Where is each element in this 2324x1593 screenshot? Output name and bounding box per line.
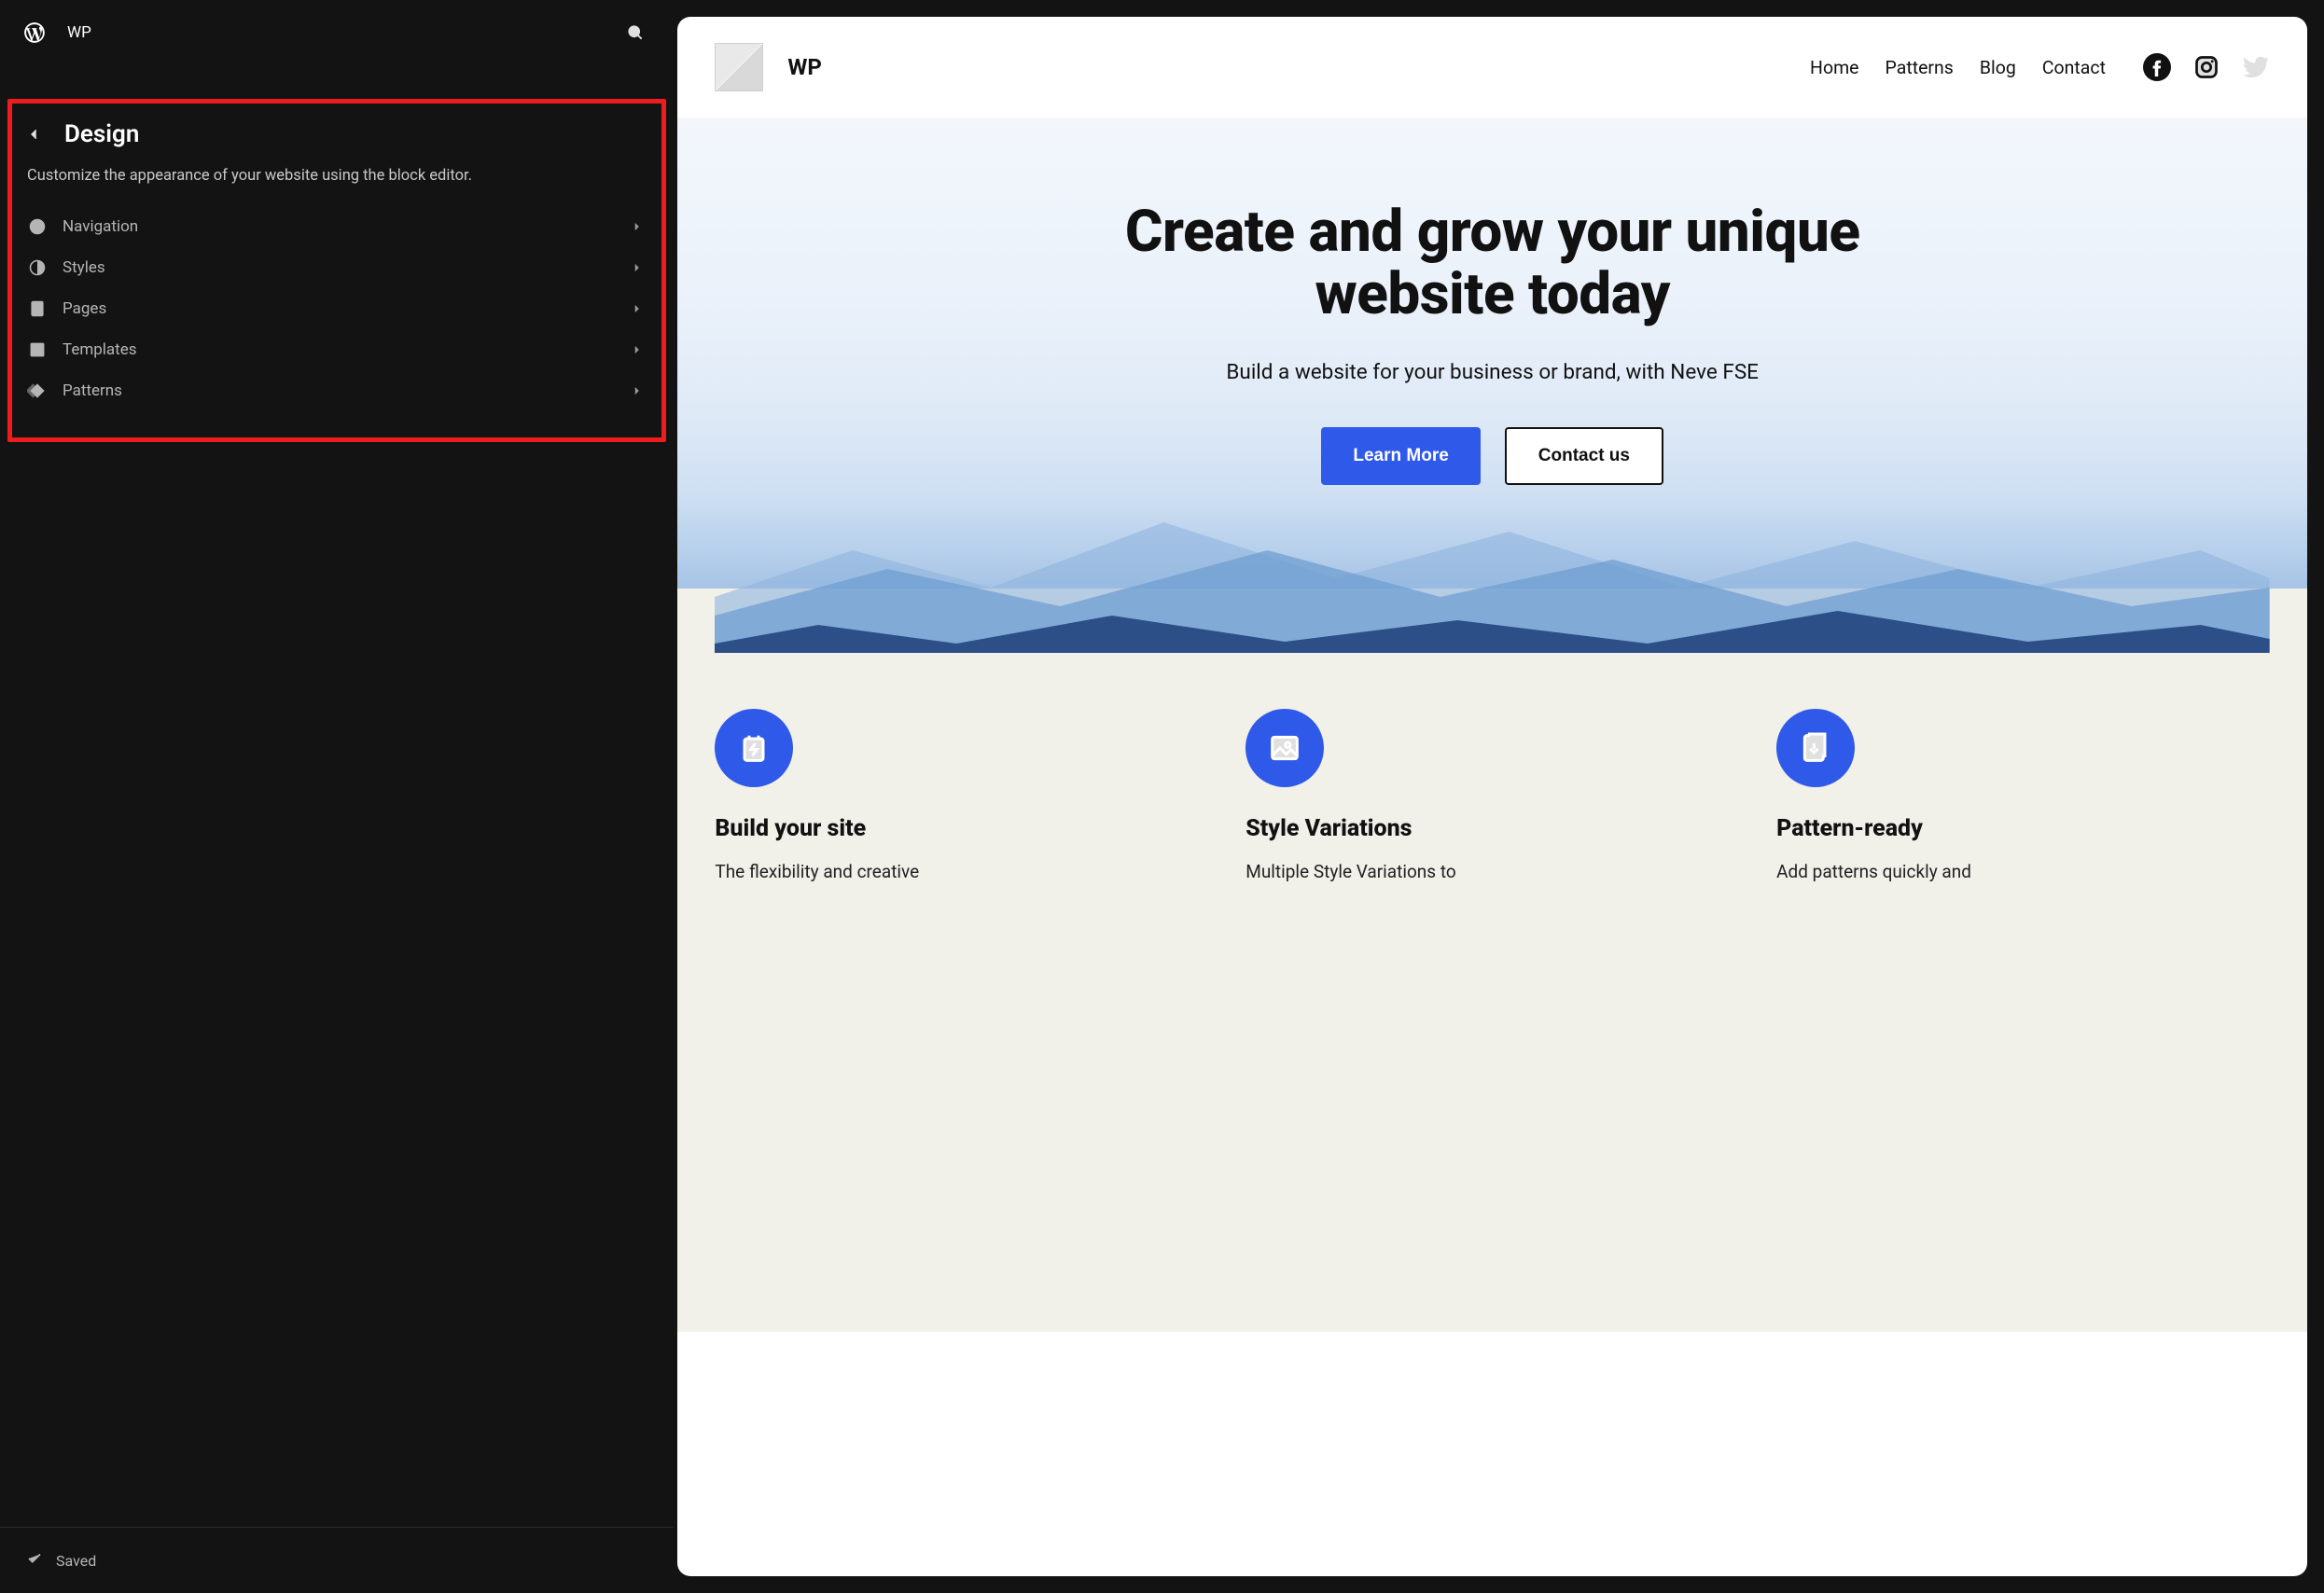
feature-text: Add patterns quickly and [1776, 859, 2270, 885]
wordpress-logo-icon[interactable] [22, 21, 47, 45]
panel-description: Customize the appearance of your website… [21, 165, 652, 206]
hero-heading: Create and grow your unique website toda… [1110, 201, 1875, 326]
hero-mountains-graphic [715, 513, 2270, 653]
feature-text: The flexibility and creative [715, 859, 1208, 885]
back-icon[interactable] [25, 125, 44, 144]
feature-title: Build your site [715, 815, 1208, 842]
panel-header: Design [21, 117, 652, 165]
nav-link-contact[interactable]: Contact [2042, 57, 2106, 78]
chevron-right-icon [632, 258, 647, 276]
panel-title: Design [64, 120, 139, 148]
social-links [2143, 53, 2270, 81]
learn-more-button[interactable]: Learn More [1321, 427, 1480, 485]
design-menu: Navigation Styles Pages [21, 206, 652, 411]
instagram-icon[interactable] [2193, 54, 2220, 80]
compass-icon [27, 216, 48, 237]
brand-logo-placeholder[interactable] [715, 43, 763, 91]
search-icon[interactable] [619, 17, 651, 48]
facebook-icon[interactable] [2143, 53, 2171, 81]
layout-icon [27, 339, 48, 360]
menu-item-label: Navigation [63, 217, 632, 236]
chevron-right-icon [632, 340, 647, 358]
menu-item-navigation[interactable]: Navigation [21, 206, 652, 247]
hero-section: Create and grow your unique website toda… [677, 118, 2307, 653]
hero-actions: Learn More Contact us [715, 427, 2270, 485]
battery-icon [715, 709, 793, 787]
menu-item-patterns[interactable]: Patterns [21, 370, 652, 411]
chevron-right-icon [632, 217, 647, 235]
site-name[interactable]: WP [67, 23, 91, 42]
page-icon [27, 298, 48, 319]
menu-item-label: Templates [63, 340, 632, 359]
chevron-right-icon [632, 381, 647, 399]
hero-subheading: Build a website for your business or bra… [715, 360, 2270, 384]
preview-area: WP Home Patterns Blog Contact [674, 0, 2324, 1593]
site-preview-frame[interactable]: WP Home Patterns Blog Contact [677, 17, 2307, 1576]
download-icon [1776, 709, 1855, 787]
sidebar-footer: Saved [0, 1527, 674, 1593]
feature-title: Style Variations [1245, 815, 1739, 842]
feature-patterns: Pattern-ready Add patterns quickly and [1776, 709, 2270, 885]
nav-link-home[interactable]: Home [1810, 57, 1858, 78]
diamond-icon [27, 381, 48, 401]
chevron-right-icon [632, 299, 647, 317]
sidebar-brand: WP [22, 21, 91, 45]
check-icon [26, 1550, 43, 1571]
contrast-icon [27, 257, 48, 278]
site-header: WP Home Patterns Blog Contact [677, 17, 2307, 118]
menu-item-label: Patterns [63, 381, 632, 400]
menu-item-label: Styles [63, 258, 632, 277]
editor-sidebar: WP Design Customize the appearance of yo… [0, 0, 674, 1593]
features-section: Build your site The flexibility and crea… [677, 653, 2307, 960]
menu-item-templates[interactable]: Templates [21, 329, 652, 370]
menu-item-label: Pages [63, 299, 632, 318]
menu-item-styles[interactable]: Styles [21, 247, 652, 288]
feature-build: Build your site The flexibility and crea… [715, 709, 1208, 885]
feature-title: Pattern-ready [1776, 815, 2270, 842]
preview-scroll[interactable]: WP Home Patterns Blog Contact [677, 17, 2307, 1576]
feature-text: Multiple Style Variations to [1245, 859, 1739, 885]
image-icon [1245, 709, 1324, 787]
twitter-icon[interactable] [2242, 53, 2270, 81]
nav-link-blog[interactable]: Blog [1980, 57, 2016, 78]
menu-item-pages[interactable]: Pages [21, 288, 652, 329]
sidebar-topbar: WP [0, 0, 674, 65]
site-nav: Home Patterns Blog Contact [1810, 53, 2270, 81]
feature-styles: Style Variations Multiple Style Variatio… [1245, 709, 1739, 885]
brand-name[interactable]: WP [787, 54, 821, 80]
nav-link-patterns[interactable]: Patterns [1886, 57, 1954, 78]
site-brand: WP [715, 43, 821, 91]
contact-us-button[interactable]: Contact us [1505, 427, 1663, 485]
design-panel-highlight: Design Customize the appearance of your … [7, 99, 666, 442]
save-status: Saved [56, 1552, 96, 1570]
